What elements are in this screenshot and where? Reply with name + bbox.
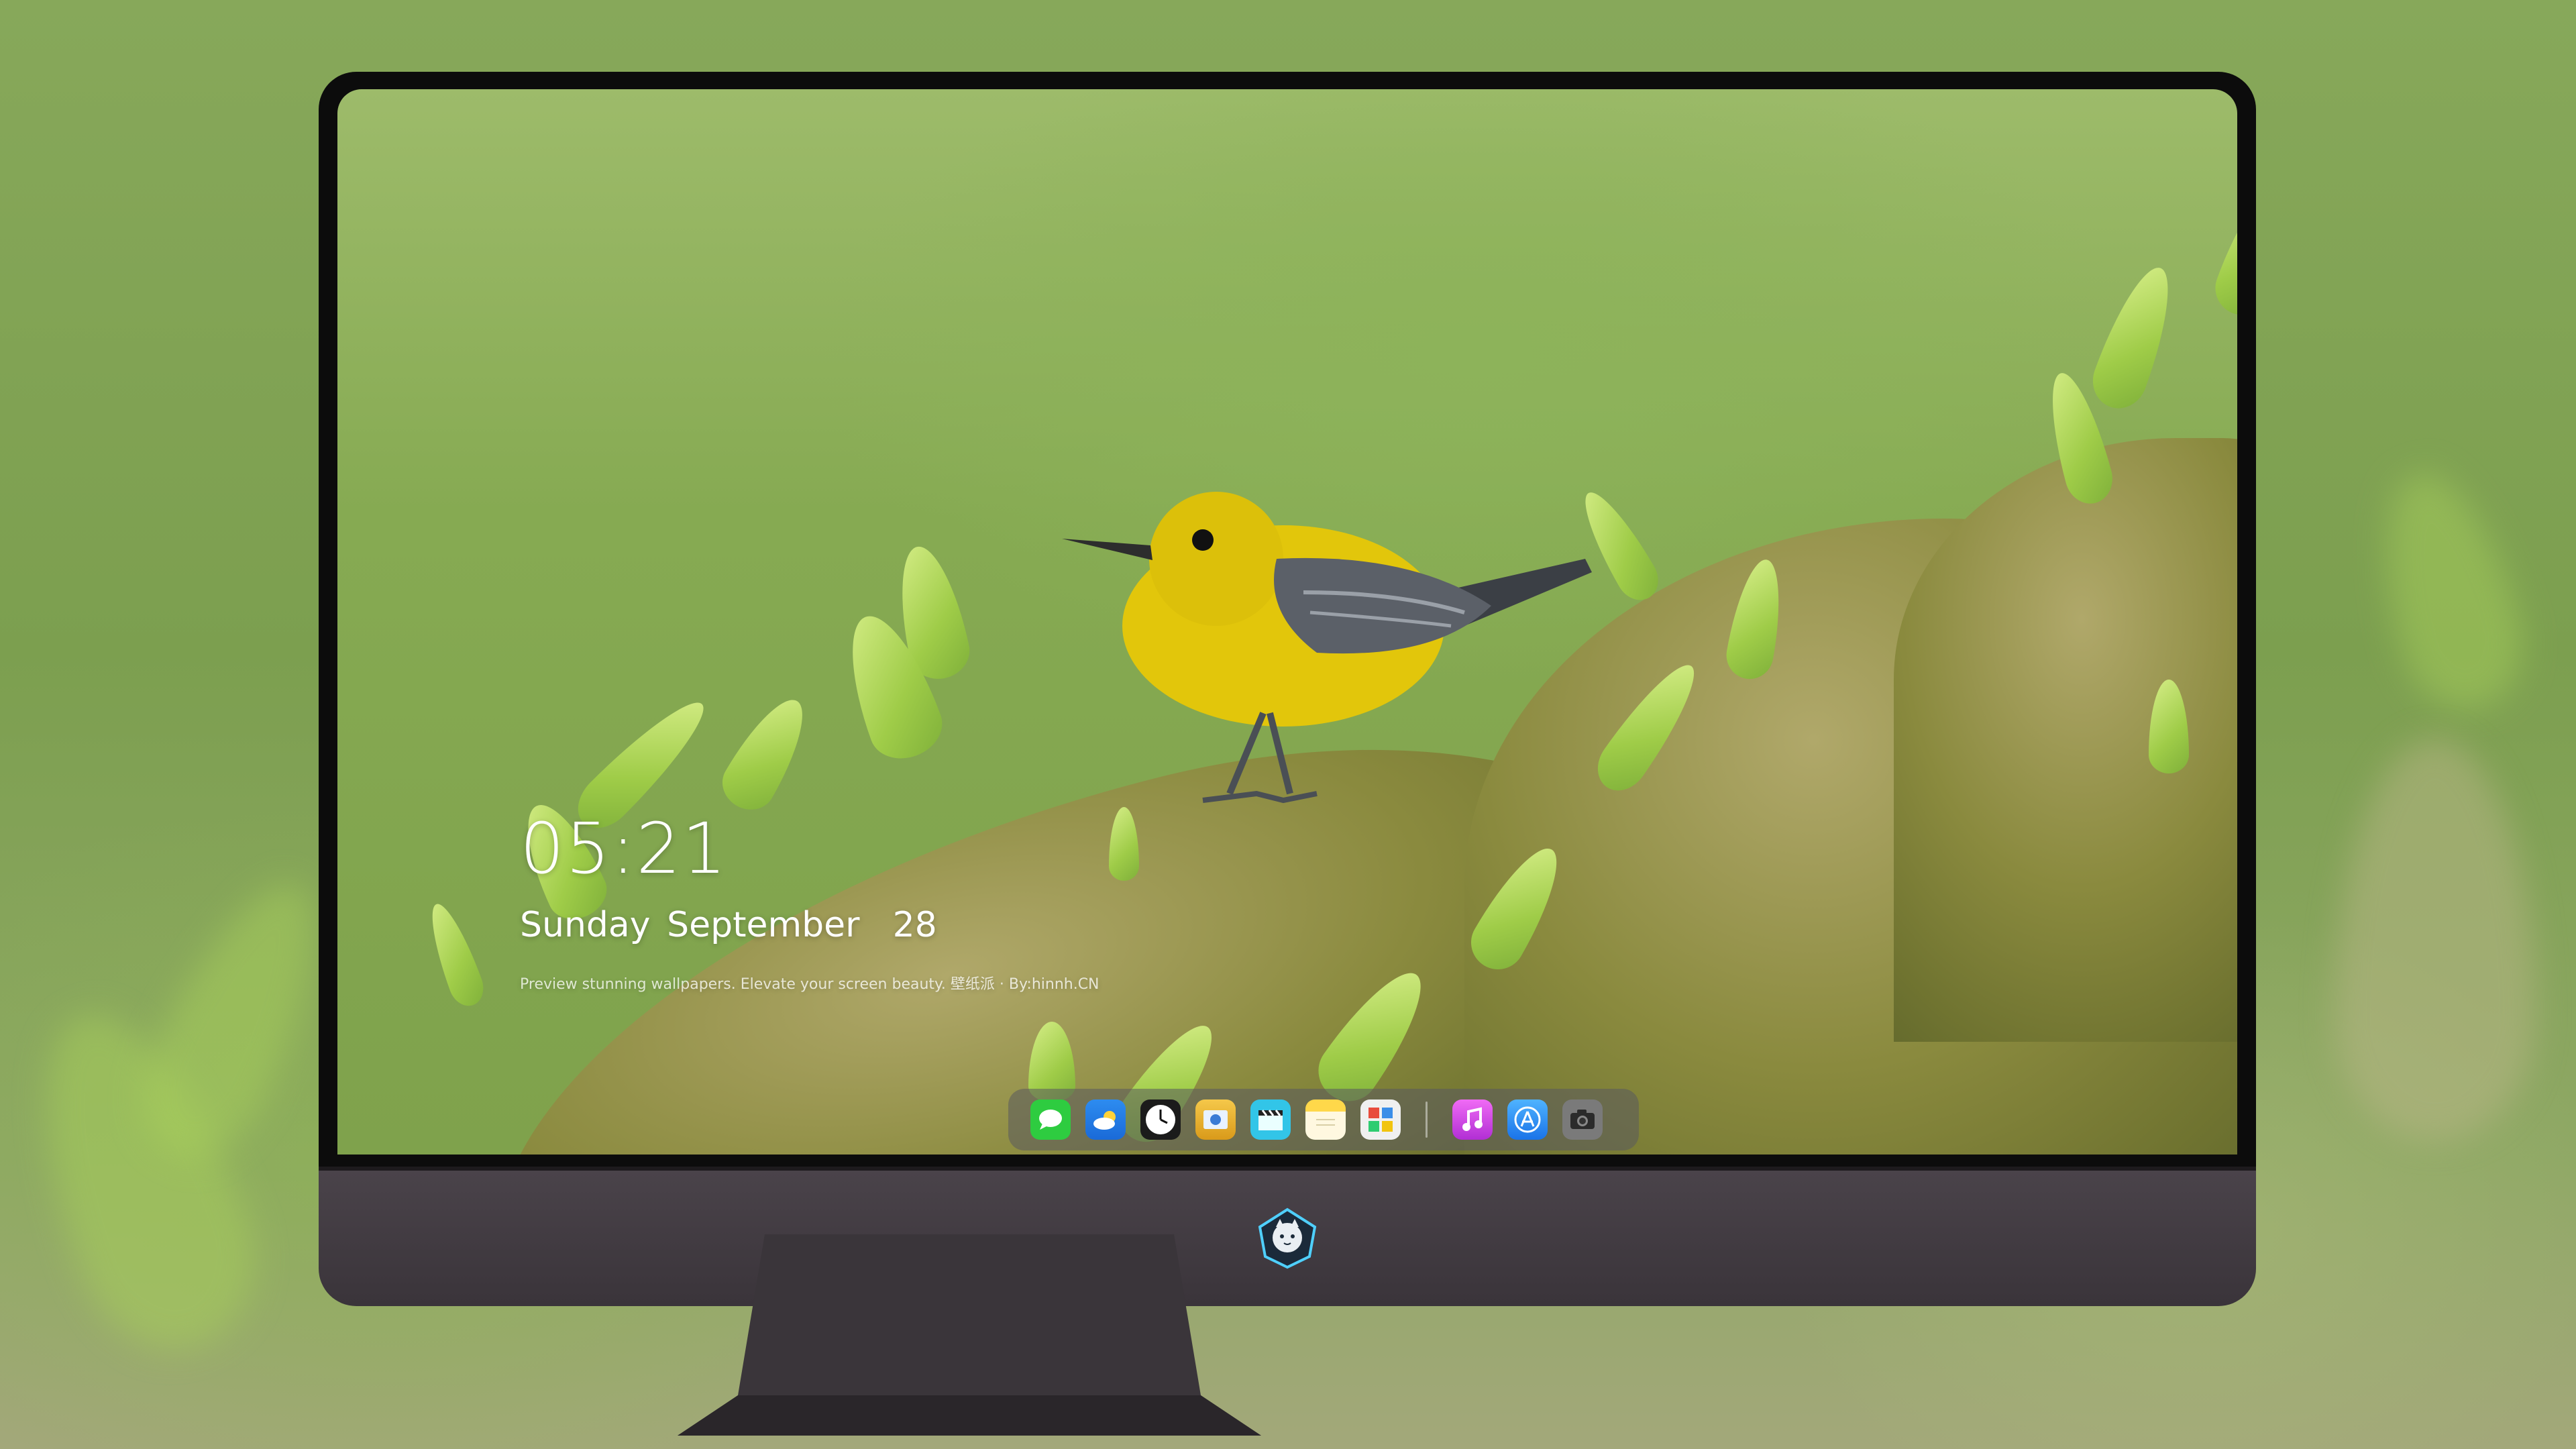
background-blur-leaf [2359,458,2538,723]
dock [1008,1089,1639,1150]
wallpaper-screen: 05:21 Sunday September 28 Preview stunni… [337,89,2237,1155]
leaf [713,688,820,819]
music-note-icon[interactable] [1452,1099,1493,1140]
clapper-icon[interactable] [1250,1099,1291,1140]
messages-icon[interactable] [1030,1099,1071,1140]
background-blur-leaf [117,860,352,1179]
leaf [421,898,489,1011]
monitor: 05:21 Sunday September 28 Preview stunni… [319,72,2256,1306]
clock-time: 05:21 [520,808,728,890]
leaf [2208,178,2237,323]
clock-date: Sunday September 28 [520,905,937,945]
lockscreen-clock: 05:21 Sunday September 28 Preview stunni… [520,814,1099,994]
app-store-icon[interactable] [1507,1099,1548,1140]
monitor-stand [678,1234,1261,1436]
monitor-chin [319,1167,2256,1306]
screen-bezel: 05:21 Sunday September 28 Preview stunni… [319,72,2256,1167]
weather-icon[interactable] [1085,1099,1126,1140]
camera-icon[interactable] [1562,1099,1603,1140]
photo-grid-icon[interactable] [1360,1099,1401,1140]
clock-icon[interactable] [1140,1099,1181,1140]
notes-icon[interactable] [1305,1099,1346,1140]
wallpaper-tagline: Preview stunning wallpapers. Elevate you… [520,976,1099,993]
leaf [2084,258,2186,417]
warbler-bird-illustration [1062,492,1592,804]
background-blur-leaf [2334,738,2536,1140]
preview-icon[interactable] [1195,1099,1236,1140]
dock-separator [1426,1102,1428,1138]
